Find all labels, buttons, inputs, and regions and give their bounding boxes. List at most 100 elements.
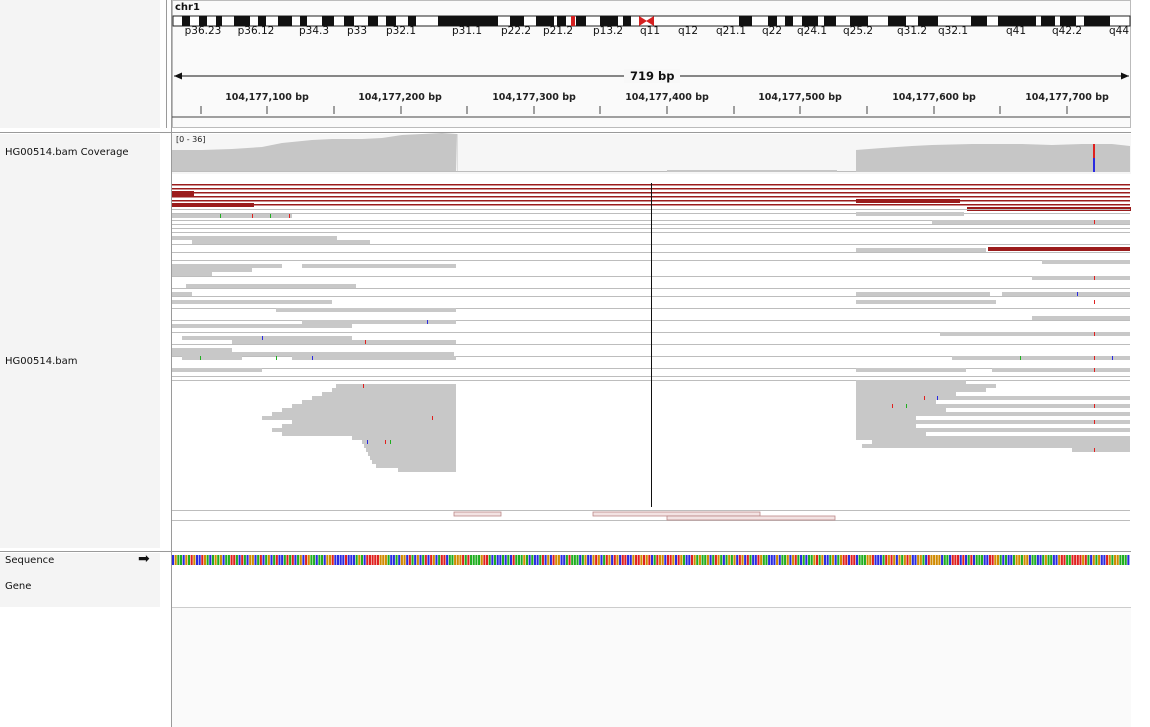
sequence-base: [589, 555, 592, 565]
sequence-base: [1060, 555, 1063, 565]
sequence-base: [278, 555, 281, 565]
sequence-base: [275, 555, 278, 565]
sequence-base: [406, 555, 409, 565]
sequence-base: [800, 555, 803, 565]
sequence-base: [991, 555, 994, 565]
strand-arrow-icon[interactable]: ➡: [138, 551, 150, 567]
sequence-base: [568, 555, 571, 565]
sequence-base: [206, 555, 209, 565]
sequence-base: [398, 555, 401, 565]
sequence-base: [488, 555, 491, 565]
sequence-base: [313, 555, 316, 565]
sequence-base: [1108, 555, 1111, 565]
sequence-base: [259, 555, 262, 565]
cytoband-label: p21.2: [542, 25, 574, 37]
sequence-base: [499, 555, 502, 565]
gene-track[interactable]: [172, 570, 1131, 606]
sequence-base: [555, 555, 558, 565]
chromosome-name[interactable]: chr1: [175, 2, 200, 13]
sequence-base: [938, 555, 941, 565]
sequence-base: [315, 555, 318, 565]
ruler-tick-label: 104,177,300 bp: [492, 92, 576, 103]
sequence-base: [222, 555, 225, 565]
cytoband-label: q21.1: [715, 25, 747, 37]
sequence-base: [994, 555, 997, 565]
sequence-base: [613, 555, 616, 565]
cytoband-label: q31.2: [896, 25, 928, 37]
cytoband-label: p13.2: [592, 25, 624, 37]
sequence-base: [999, 555, 1002, 565]
sequence-base: [523, 555, 526, 565]
alignment-reads[interactable]: [172, 180, 1132, 525]
sequence-base: [773, 555, 776, 565]
sequence-base: [789, 555, 792, 565]
sequence-base: [501, 555, 505, 565]
sequence-base: [1076, 555, 1079, 565]
gene-track-name[interactable]: Gene: [5, 581, 31, 592]
ruler[interactable]: [172, 104, 1132, 128]
sequence-base: [738, 555, 741, 565]
sequence-base: [331, 555, 334, 565]
sequence-base: [754, 555, 757, 565]
sequence-base: [770, 555, 773, 565]
sequence-bases[interactable]: [172, 554, 1132, 566]
sequence-track-name[interactable]: Sequence: [5, 555, 54, 566]
sequence-base: [874, 555, 877, 565]
sequence-base: [635, 555, 638, 565]
sequence-base: [736, 555, 739, 565]
sequence-base: [914, 555, 917, 565]
sequence-base: [682, 555, 685, 565]
sequence-base: [946, 555, 949, 565]
ruler-tick-label: 104,177,400 bp: [625, 92, 709, 103]
sequence-base: [722, 555, 725, 565]
sequence-base: [267, 555, 270, 565]
sequence-base: [815, 555, 819, 565]
sequence-base: [486, 555, 489, 565]
sequence-base: [709, 555, 712, 565]
sequence-base: [648, 555, 651, 565]
alignment-track-name[interactable]: HG00514.bam: [5, 356, 77, 367]
sequence-base: [592, 555, 595, 565]
sequence-base: [1071, 555, 1074, 565]
coverage-track-name[interactable]: HG00514.bam Coverage: [5, 147, 129, 158]
cytoband-label: q32.1: [937, 25, 969, 37]
sequence-base: [549, 555, 552, 565]
sequence-base: [762, 555, 765, 565]
sequence-base: [839, 555, 842, 565]
sequence-base: [241, 555, 244, 565]
span-length-label: 719 bp: [624, 69, 681, 83]
sequence-base: [890, 555, 893, 565]
sequence-base: [454, 555, 457, 565]
sequence-base: [1015, 555, 1018, 565]
sequence-base: [823, 555, 827, 565]
sequence-base: [988, 555, 992, 565]
sequence-base: [701, 555, 704, 565]
sequence-base: [344, 555, 348, 565]
cytoband-label: p33: [346, 25, 368, 37]
cytoband: [278, 16, 292, 26]
sequence-base: [350, 555, 353, 565]
sequence-base: [195, 555, 199, 565]
sequence-base: [837, 555, 840, 565]
sequence-base: [744, 555, 747, 565]
sequence-base: [525, 555, 528, 565]
sequence-base: [360, 555, 363, 565]
sequence-base: [717, 555, 720, 565]
sequence-base: [179, 555, 183, 565]
sequence-base: [597, 555, 600, 565]
sequence-base: [627, 555, 630, 565]
cytoband-label: p36.23: [184, 25, 222, 37]
sequence-base: [363, 555, 366, 565]
sequence-base: [400, 555, 403, 565]
sequence-base: [792, 555, 795, 565]
sequence-base: [571, 555, 574, 565]
sequence-base: [967, 555, 970, 565]
sequence-base: [1020, 555, 1023, 565]
sequence-base: [235, 555, 238, 565]
sequence-base: [416, 555, 419, 565]
sequence-base: [776, 555, 779, 565]
sequence-base: [533, 555, 536, 565]
sequence-base: [520, 555, 523, 565]
sequence-base: [847, 555, 850, 565]
sequence-base: [443, 555, 446, 565]
